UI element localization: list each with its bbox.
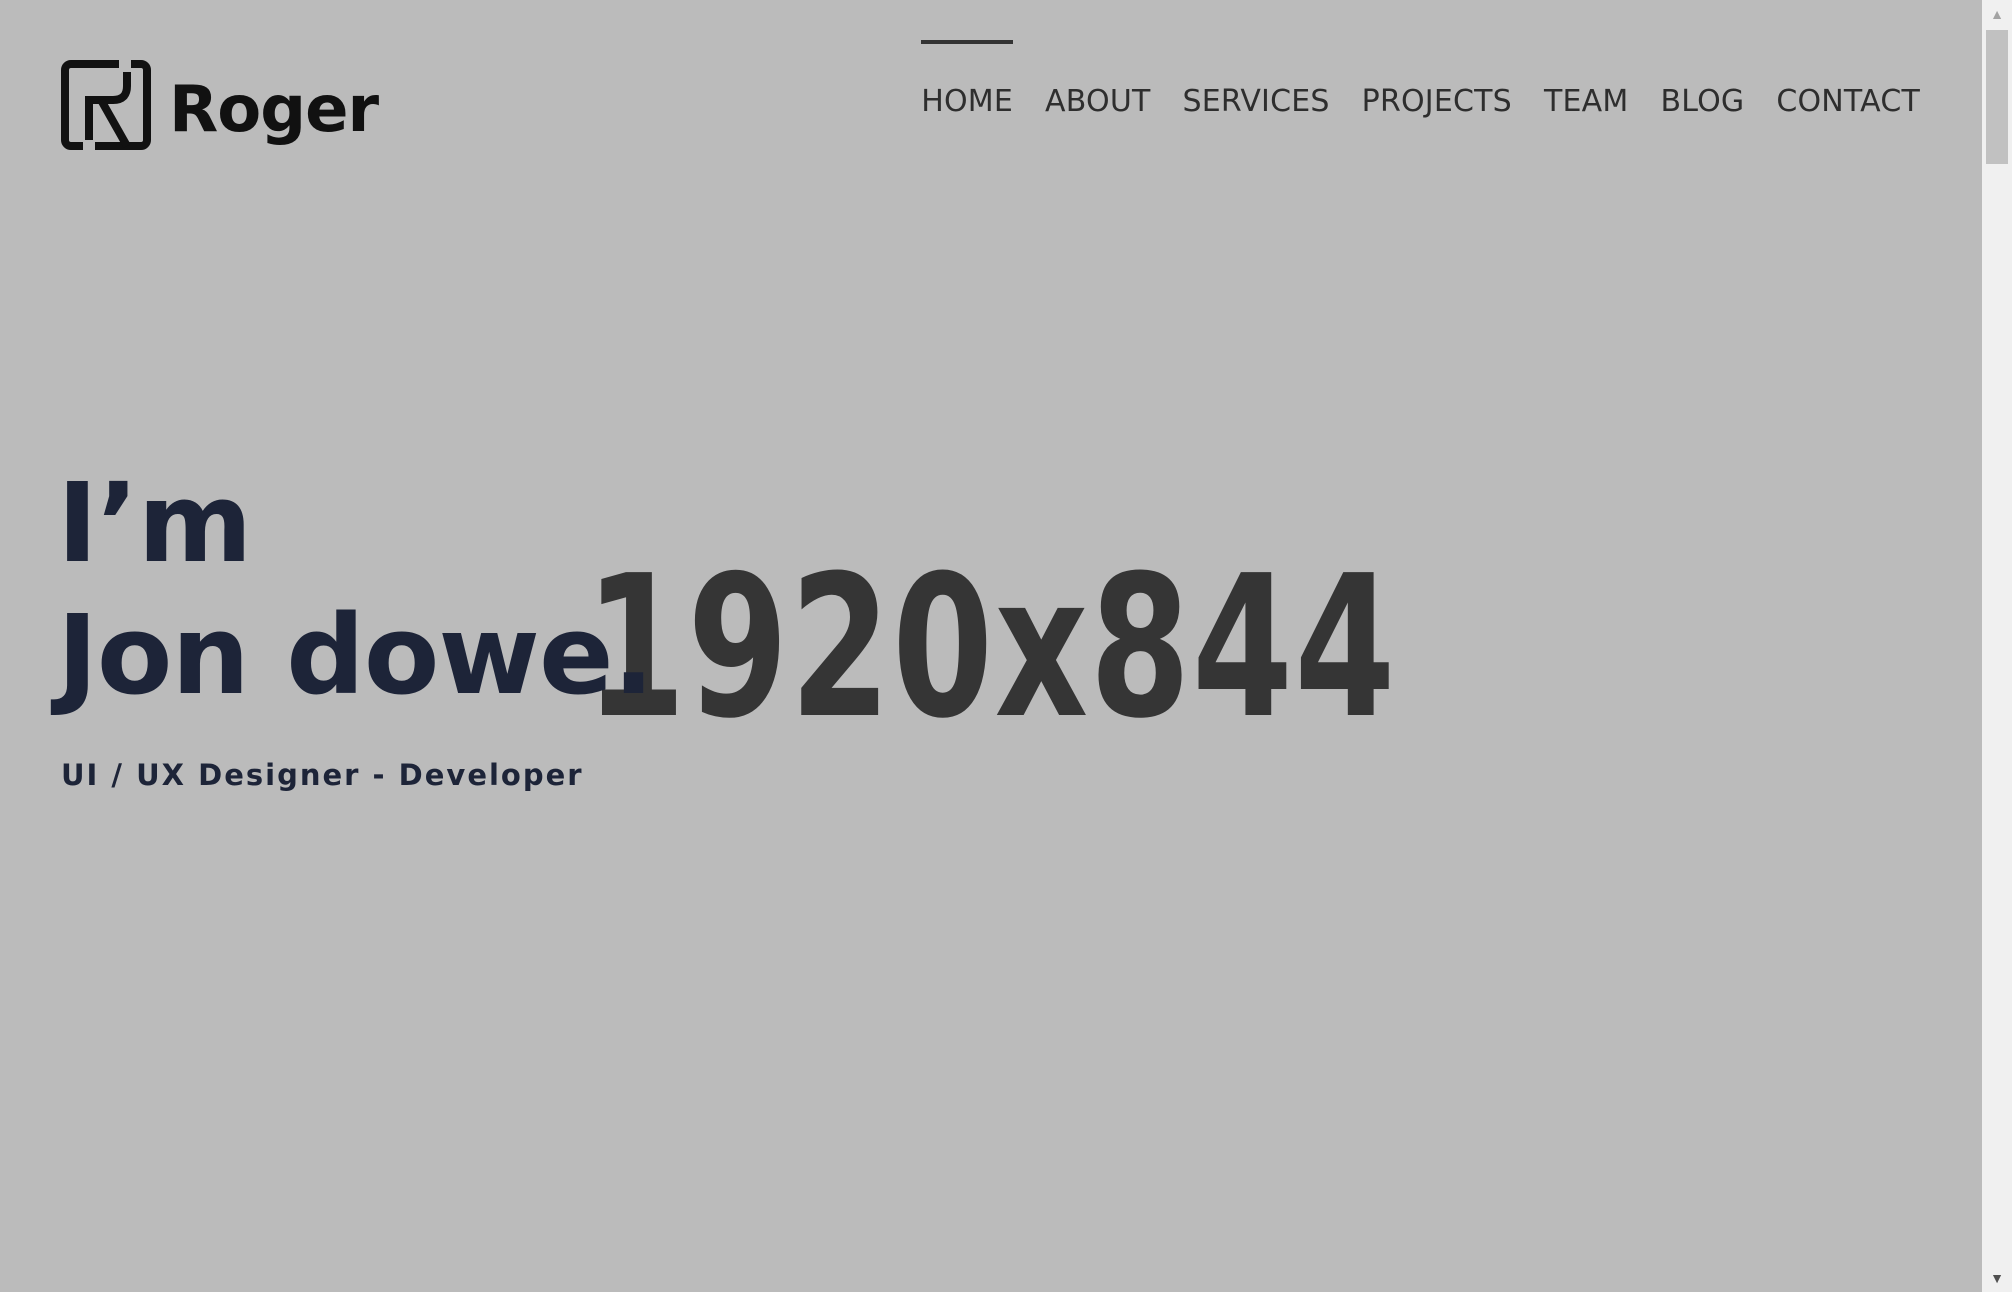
- image-placeholder-label: 1920x844: [585, 534, 1397, 762]
- r-logo-mark-icon: [61, 60, 151, 150]
- main-nav: HOME ABOUT SERVICES PROJECTS TEAM BLOG C…: [921, 40, 1920, 119]
- hero-name-heading: Jon dowe.: [57, 591, 654, 719]
- page: Roger HOME ABOUT SERVICES PROJECTS TEAM …: [0, 0, 2012, 1292]
- nav-item-about[interactable]: ABOUT: [1045, 40, 1150, 119]
- vertical-scrollbar[interactable]: ▲ ▼: [1982, 0, 2012, 1292]
- hero-intro-heading: I’m: [57, 459, 252, 587]
- nav-item-contact[interactable]: CONTACT: [1776, 40, 1920, 119]
- nav-item-projects[interactable]: PROJECTS: [1362, 40, 1512, 119]
- nav-item-blog[interactable]: BLOG: [1660, 40, 1744, 119]
- site-logo[interactable]: Roger: [61, 60, 379, 150]
- hero-role-subtitle: UI / UX Designer - Developer: [61, 758, 584, 792]
- scroll-up-arrow-icon[interactable]: ▲: [1982, 0, 2012, 28]
- scrollbar-thumb[interactable]: [1986, 30, 2008, 164]
- logo-wordmark: Roger: [169, 73, 379, 147]
- hero-section: Roger HOME ABOUT SERVICES PROJECTS TEAM …: [0, 0, 1982, 1292]
- nav-item-home[interactable]: HOME: [921, 40, 1013, 119]
- scroll-down-arrow-icon[interactable]: ▼: [1982, 1264, 2012, 1292]
- nav-item-team[interactable]: TEAM: [1544, 40, 1629, 119]
- nav-item-services[interactable]: SERVICES: [1183, 40, 1330, 119]
